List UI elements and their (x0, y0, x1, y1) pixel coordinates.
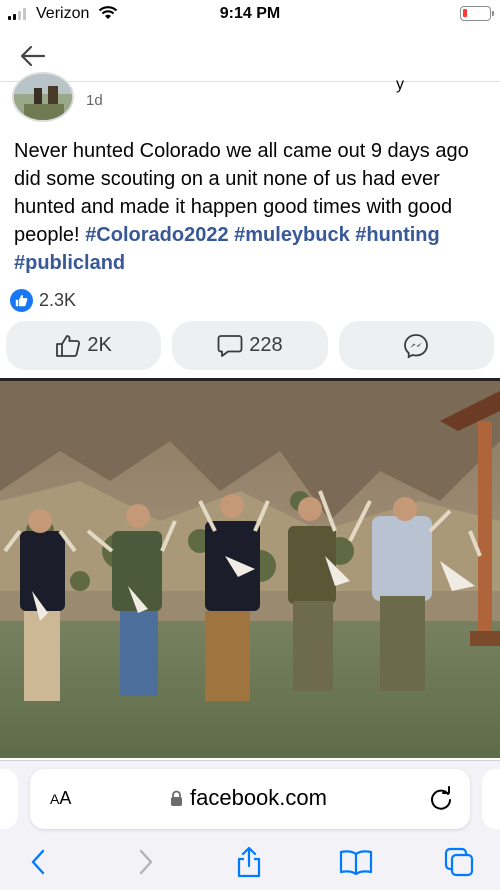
bookmarks-icon[interactable] (338, 845, 374, 879)
battery-icon (460, 6, 494, 21)
post-body: Never hunted Colorado we all came out 9 … (14, 137, 489, 277)
page-settings-button[interactable]: AA (50, 788, 71, 809)
comment-icon (217, 334, 243, 357)
forward-chevron-icon[interactable] (130, 845, 162, 879)
author-name[interactable]: y (396, 76, 404, 94)
url-text: facebook.com (190, 785, 327, 810)
address-bar[interactable]: AA facebook.com (30, 769, 470, 829)
status-bar: Verizon 9:14 PM (0, 0, 500, 30)
reload-icon[interactable] (428, 786, 454, 812)
tabs-icon[interactable] (443, 845, 475, 879)
like-button[interactable]: 2K (6, 321, 162, 370)
like-reaction-icon (10, 288, 33, 312)
post-actions: 2K 228 (6, 321, 494, 370)
arrow-left-icon[interactable] (18, 42, 48, 70)
safari-toolbar (0, 841, 500, 887)
next-tab-peek[interactable] (482, 769, 500, 829)
messenger-icon (404, 333, 429, 358)
reaction-count: 2.3K (39, 289, 77, 310)
comment-count: 228 (249, 334, 283, 356)
post-photo[interactable] (0, 378, 500, 758)
back-chevron-icon[interactable] (22, 845, 54, 879)
top-nav (0, 30, 500, 82)
comment-button[interactable]: 228 (172, 321, 328, 370)
hunting-group-photo (0, 381, 500, 758)
safari-bottom-bar: AA facebook.com (0, 760, 500, 890)
post-timestamp[interactable]: 1d (86, 92, 103, 109)
like-count: 2K (87, 334, 112, 356)
lock-icon (171, 790, 182, 806)
thumbs-up-icon (56, 334, 81, 357)
author-avatar[interactable] (12, 72, 74, 122)
share-icon[interactable] (233, 845, 265, 879)
previous-tab-peek[interactable] (0, 769, 18, 829)
send-messenger-button[interactable] (338, 321, 494, 370)
reaction-summary[interactable]: 2.3K (10, 288, 76, 312)
clock: 9:14 PM (219, 5, 281, 22)
